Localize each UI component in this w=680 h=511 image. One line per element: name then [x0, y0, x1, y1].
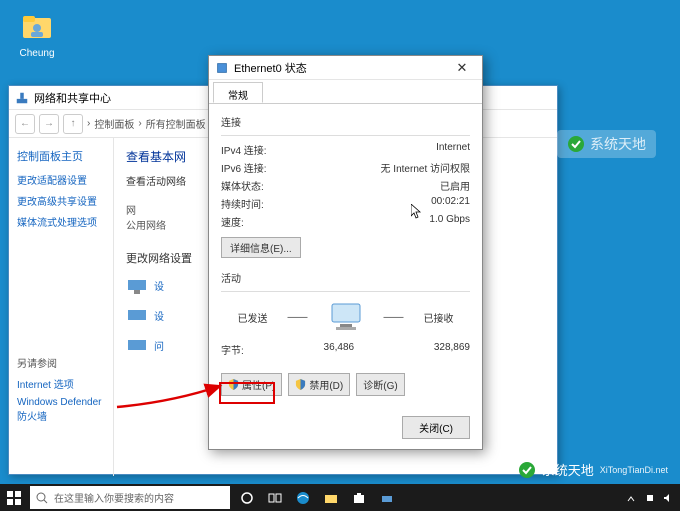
ipv4-label: IPv4 连接: [221, 142, 267, 157]
breadcrumb-sep: › [138, 118, 141, 129]
media-value: 已启用 [440, 178, 470, 193]
start-button[interactable] [0, 484, 28, 511]
cortana-button[interactable] [234, 484, 260, 511]
sidebar-home[interactable]: 控制面板主页 [17, 148, 105, 164]
tray-up-button[interactable] [626, 491, 640, 505]
activity-graphic: 已发送 —— —— 已接收 [221, 302, 470, 332]
breadcrumb-sep: › [87, 118, 90, 129]
shield-icon [295, 379, 306, 390]
sidebar-link-internet-options[interactable]: Internet 选项 [17, 376, 105, 391]
chevron-up-icon [626, 494, 636, 504]
bytes-label: 字节: [221, 342, 244, 357]
adapter-icon [126, 334, 148, 356]
recv-label: 已接收 [424, 310, 454, 325]
media-label: 媒体状态: [221, 178, 264, 193]
logo-icon [567, 135, 585, 153]
store-icon [352, 491, 366, 505]
ipv6-label: IPv6 连接: [221, 160, 267, 175]
watermark-text: 系统天地 [542, 460, 594, 479]
watermark-bottom: 系统天地 XiTongTianDi.net [518, 460, 668, 479]
adapter-label: 设 [154, 308, 164, 323]
tab-general[interactable]: 常规 [213, 82, 263, 103]
dialog-title: Ethernet0 状态 [234, 60, 307, 76]
windows-icon [7, 491, 21, 505]
ethernet-status-dialog: Ethernet0 状态 ✕ 常规 连接 IPv4 连接: Internet IP… [208, 55, 483, 450]
user-folder-icon [21, 10, 53, 42]
disable-button[interactable]: 禁用(D) [288, 373, 350, 396]
disable-label: 禁用(D) [309, 377, 343, 392]
breadcrumb-part1[interactable]: 控制面板 [94, 116, 134, 131]
taskview-button[interactable] [262, 484, 288, 511]
store-button[interactable] [346, 484, 372, 511]
bytes-recv: 328,869 [434, 342, 470, 357]
ipv4-value: Internet [436, 142, 470, 157]
diagnose-button[interactable]: 诊断(G) [356, 373, 404, 396]
tray-network[interactable] [644, 491, 658, 505]
watermark-text: 系统天地 [590, 134, 646, 154]
settings-icon [380, 491, 394, 505]
properties-button[interactable]: 属性(P) [221, 373, 282, 396]
ethernet-icon [215, 61, 229, 75]
search-box[interactable]: 在这里输入你要搜索的内容 [30, 486, 230, 509]
duration-label: 持续时间: [221, 196, 264, 211]
breadcrumb-part2[interactable]: 所有控制面板 [146, 116, 206, 131]
sidebar-footer-heading: 另请参阅 [17, 355, 105, 370]
forward-button[interactable]: → [39, 114, 59, 134]
section-connection: 连接 [221, 114, 470, 129]
divider [221, 135, 470, 136]
dialog-titlebar[interactable]: Ethernet0 状态 ✕ [209, 56, 482, 80]
diagnose-label: 诊断(G) [363, 377, 397, 392]
duration-value: 00:02:21 [431, 196, 470, 211]
divider [221, 291, 470, 292]
close-button[interactable]: ✕ [448, 60, 476, 76]
dash: —— [384, 312, 404, 323]
taskbar: 在这里输入你要搜索的内容 [0, 484, 680, 511]
search-placeholder: 在这里输入你要搜索的内容 [54, 490, 174, 505]
section-activity: 活动 [221, 270, 470, 285]
sidebar-link-adapter[interactable]: 更改适配器设置 [17, 172, 105, 187]
sidebar-link-firewall[interactable]: Windows Defender 防火墙 [17, 397, 105, 423]
details-button[interactable]: 详细信息(E)... [221, 237, 301, 258]
edge-icon [296, 491, 310, 505]
explorer-button[interactable] [318, 484, 344, 511]
edge-button[interactable] [290, 484, 316, 511]
speed-label: 速度: [221, 214, 244, 229]
logo-icon [518, 461, 536, 479]
adapter-label: 设 [154, 278, 164, 293]
watermark-top: 系统天地 [557, 130, 656, 158]
sidebar-link-sharing[interactable]: 更改高级共享设置 [17, 193, 105, 208]
sent-label: 已发送 [238, 310, 268, 325]
network-tray-icon [644, 492, 656, 504]
tab-strip: 常规 [209, 80, 482, 104]
ipv6-value: 无 Internet 访问权限 [381, 160, 470, 175]
bytes-sent: 36,486 [324, 342, 355, 357]
tray-volume[interactable] [662, 491, 676, 505]
control-panel-task[interactable] [374, 484, 400, 511]
properties-label: 属性(P) [242, 377, 275, 392]
speed-value: 1.0 Gbps [429, 214, 470, 229]
adapter-icon [126, 304, 148, 326]
sidebar-link-media[interactable]: 媒体流式处理选项 [17, 214, 105, 229]
adapter-icon [126, 274, 148, 296]
dash: —— [288, 312, 308, 323]
desktop-icon-label: Cheung [12, 48, 62, 59]
volume-icon [662, 492, 674, 504]
search-icon [36, 492, 48, 504]
up-button[interactable]: ↑ [63, 114, 83, 134]
network-icon [15, 91, 29, 105]
back-button[interactable]: ← [15, 114, 35, 134]
close-dialog-button[interactable]: 关闭(C) [402, 416, 470, 439]
computer-icon [328, 302, 364, 332]
cortana-icon [240, 491, 254, 505]
adapter-label: 问 [154, 338, 164, 353]
desktop-icon-user[interactable]: Cheung [12, 10, 62, 59]
folder-icon [324, 491, 338, 505]
window-title: 网络和共享中心 [34, 90, 111, 106]
system-tray [626, 491, 680, 505]
watermark-url: XiTongTianDi.net [600, 465, 668, 475]
shield-icon [228, 379, 239, 390]
taskview-icon [268, 491, 282, 505]
sidebar: 控制面板主页 更改适配器设置 更改高级共享设置 媒体流式处理选项 另请参阅 In… [9, 138, 114, 476]
